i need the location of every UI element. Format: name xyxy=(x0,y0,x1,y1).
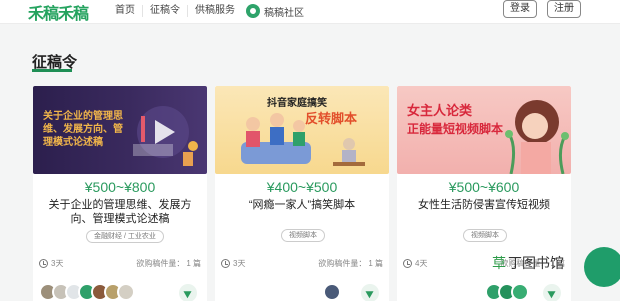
task-card[interactable]: 抖音家庭搞笑 反转脚本 ¥400~¥500 “网瘾一家人”搞笑脚本 视频脚本 3… xyxy=(215,86,389,301)
cover-title-bottom: 正能量短视频脚本 xyxy=(407,122,504,136)
community-icon xyxy=(246,4,260,18)
cover-title-top: 女主人论类 xyxy=(407,103,473,118)
card-cover-image[interactable]: 关于企业的管理思维、发展方向、管理模式论述稿 xyxy=(33,86,207,174)
cover-title: 关于企业的管理思维、发展方向、管理模式论述稿 xyxy=(43,111,123,148)
card-tag: 视频脚本 xyxy=(281,229,325,242)
card-tag: 视频脚本 xyxy=(463,229,507,242)
card-count-value: 1 篇 xyxy=(368,259,383,268)
register-button[interactable]: 注册 xyxy=(547,0,581,18)
contributor-avatars xyxy=(485,283,529,301)
card-count-label: 欲购稿件量： xyxy=(318,259,367,268)
card-cover-image[interactable]: 抖音家庭搞笑 反转脚本 xyxy=(215,86,389,174)
card-deadline: 3天 xyxy=(221,258,245,269)
clock-icon xyxy=(39,259,48,268)
contributor-avatars xyxy=(39,283,135,301)
submit-button[interactable] xyxy=(361,284,379,301)
site-logo[interactable]: 禾稿禾稿 xyxy=(28,0,89,23)
watermark: 草 丁图书馆 xyxy=(492,253,564,273)
nav-home[interactable]: 首页 xyxy=(108,5,142,17)
card-price: ¥500~¥600 xyxy=(448,179,520,195)
clock-icon xyxy=(221,259,230,268)
card-count-label: 欲购稿件量： xyxy=(136,259,185,268)
main-nav: 首页 征稿令 供稿服务 稿稿社区 xyxy=(108,0,304,22)
cover-title-top: 抖音家庭搞笑 xyxy=(267,98,327,109)
submit-button[interactable] xyxy=(179,284,197,301)
card-tag: 金融财经 / 工业农业 xyxy=(86,230,164,243)
floating-action-button[interactable] xyxy=(584,247,620,287)
card-days: 3天 xyxy=(233,259,246,268)
card-count: 欲购稿件量： 1 篇 xyxy=(134,258,201,269)
task-card[interactable]: 关于企业的管理思维、发展方向、管理模式论述稿 ¥500~¥800 关于企业的管理… xyxy=(33,86,207,301)
send-icon xyxy=(182,287,194,299)
card-title[interactable]: 关于企业的管理思维、发展方向、管理模式论述稿 xyxy=(43,198,197,226)
send-icon xyxy=(364,287,376,299)
card-days: 3天 xyxy=(51,259,64,268)
contributor-avatars xyxy=(323,283,341,301)
send-icon xyxy=(546,287,558,299)
nav-supply-service[interactable]: 供稿服务 xyxy=(187,5,242,17)
card-deadline: 4天 xyxy=(403,258,427,269)
nav-community-label: 稿稿社区 xyxy=(264,7,304,19)
submit-button[interactable] xyxy=(543,284,561,301)
card-title[interactable]: “网瘾一家人”搞笑脚本 xyxy=(225,198,379,212)
clock-icon xyxy=(403,259,412,268)
nav-call-for-papers[interactable]: 征稿令 xyxy=(142,5,187,17)
card-count-value: 1 篇 xyxy=(186,259,201,268)
avatar[interactable] xyxy=(117,283,135,301)
login-button[interactable]: 登录 xyxy=(503,0,537,18)
card-cover-image[interactable]: 女主人论类 正能量短视频脚本 xyxy=(397,86,571,174)
card-deadline: 3天 xyxy=(39,258,63,269)
card-days: 4天 xyxy=(415,259,428,268)
card-price: ¥400~¥500 xyxy=(266,179,338,195)
section-underline xyxy=(32,69,72,72)
top-header: 禾稿禾稿 首页 征稿令 供稿服务 稿稿社区 登录 注册 xyxy=(0,0,620,24)
avatar[interactable] xyxy=(323,283,341,301)
watermark-text: 丁图书馆 xyxy=(508,256,564,272)
cover-title-bottom: 反转脚本 xyxy=(305,111,358,126)
card-title[interactable]: 女性生活防侵害宣传短视频 xyxy=(407,198,561,212)
avatar[interactable] xyxy=(511,283,529,301)
card-price: ¥500~¥800 xyxy=(84,179,156,195)
card-count: 欲购稿件量： 1 篇 xyxy=(316,258,383,269)
nav-community[interactable]: 稿稿社区 xyxy=(246,4,304,19)
watermark-first-char: 草 xyxy=(492,256,506,272)
